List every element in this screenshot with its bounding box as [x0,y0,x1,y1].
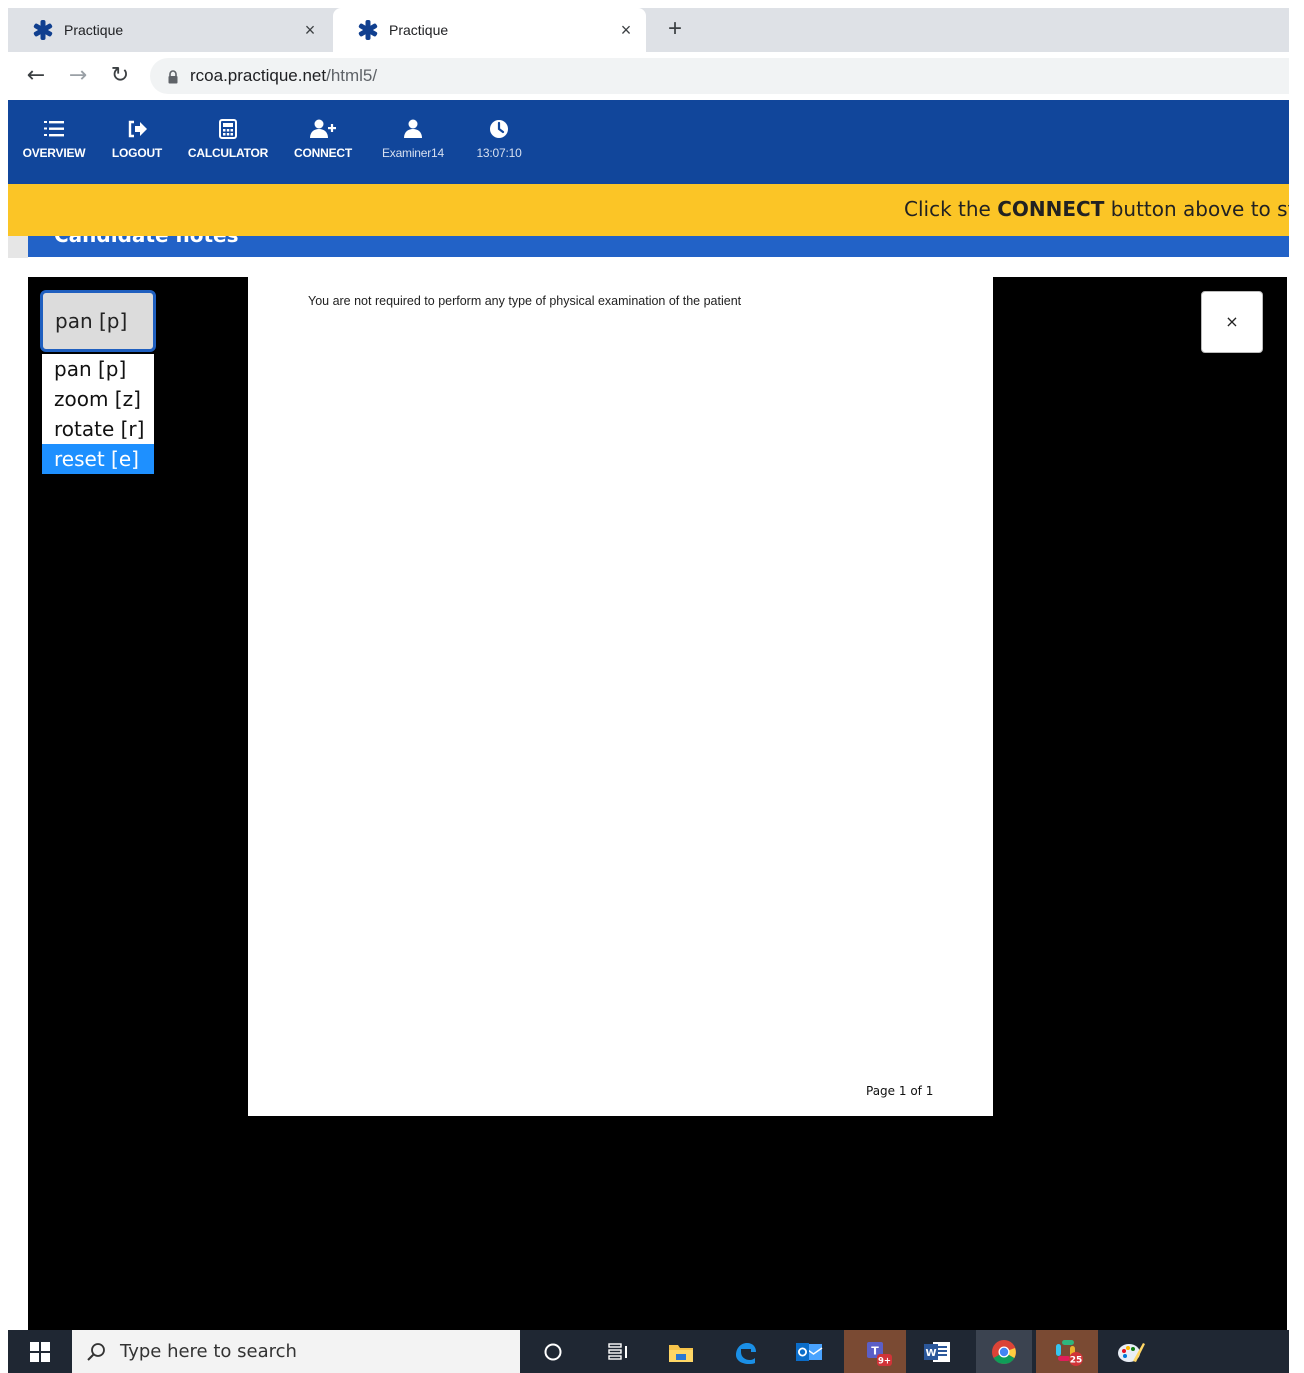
option-reset[interactable]: reset [e] [42,444,154,474]
forward-arrow-icon[interactable]: → [64,60,92,92]
list-icon [44,116,64,142]
page-text-cut-line: · · · · · · · · · · · · · · · [308,277,419,279]
section-title: Candidate notes [54,236,239,247]
close-tab-icon[interactable]: × [612,20,640,41]
teams-badge: 9+ [878,1356,891,1366]
edge-browser-icon[interactable] [720,1330,770,1373]
paint-icon[interactable] [1106,1330,1156,1373]
calculator-label: CALCULATOR [187,146,269,160]
page-number: Page 1 of 1 [866,1084,934,1098]
option-zoom[interactable]: zoom [z] [42,384,154,414]
chrome-icon[interactable] [976,1330,1032,1373]
user-name: Examiner14 [381,146,445,160]
tab-title: Practique [64,22,124,38]
close-viewer-button[interactable]: × [1201,291,1263,353]
clock-time: 13:07:10 [476,146,522,160]
section-header: Candidate notes [28,236,1289,257]
close-tab-icon[interactable]: × [296,20,324,41]
viewer-mode-dropdown: pan [p] zoom [z] rotate [r] reset [e] [42,354,154,474]
taskbar-search-box[interactable]: Type here to search [72,1330,520,1373]
option-rotate[interactable]: rotate [r] [42,414,154,444]
svg-text:W: W [925,1348,936,1359]
banner-connect-word: CONNECT [997,197,1105,221]
connect-label: CONNECT [294,146,352,160]
lock-icon [168,69,178,84]
new-tab-button[interactable]: + [660,14,690,44]
reload-icon[interactable]: ↻ [106,60,134,92]
browser-tab-1[interactable]: Practique × [8,8,330,52]
clock-icon [489,116,509,142]
left-gutter [8,236,28,258]
logout-button[interactable]: LOGOUT [106,116,168,172]
banner-suffix: button above to sta [1104,197,1289,221]
banner-text: Click the CONNECT button above to sta [904,197,1289,221]
search-icon [86,1342,106,1362]
overview-label: OVERVIEW [22,146,86,160]
task-view-icon[interactable] [594,1330,644,1373]
calculator-icon [219,116,237,142]
logout-icon [127,116,147,142]
file-explorer-icon[interactable] [656,1330,706,1373]
calculator-button[interactable]: CALCULATOR [184,116,272,172]
clock-indicator: 13:07:10 [470,116,528,172]
teams-icon[interactable]: T 9+ [844,1330,906,1373]
slack-badge: 25 [1070,1355,1083,1365]
slack-icon[interactable]: 25 [1036,1330,1098,1373]
add-user-icon [310,116,336,142]
url-domain: rcoa.practique.net [190,66,327,85]
viewer-mode-select[interactable]: pan [p] [40,290,156,352]
outlook-icon[interactable] [784,1330,834,1373]
user-indicator: Examiner14 [372,116,454,172]
tab-title: Practique [389,22,449,38]
document-page[interactable]: · · · · · · · · · · · · · · · You are no… [248,277,993,1116]
page-text-line: You are not required to perform any type… [308,294,742,308]
option-pan[interactable]: pan [p] [42,354,154,384]
url-path: /html5/ [326,66,378,85]
back-arrow-icon[interactable]: ← [22,60,50,92]
search-placeholder: Type here to search [120,1341,297,1362]
practique-asterisk-icon [357,19,379,41]
word-icon[interactable]: W [912,1330,962,1373]
browser-tab-2[interactable]: Practique × [333,8,646,52]
practique-asterisk-icon [32,19,54,41]
connect-banner: Click the CONNECT button above to sta [8,184,1289,236]
user-icon [403,116,423,142]
url-text: rcoa.practique.net/html5/ [190,66,377,86]
url-field[interactable]: rcoa.practique.net/html5/ [150,58,1289,94]
logout-label: LOGOUT [111,146,163,160]
overview-button[interactable]: OVERVIEW [20,116,88,172]
banner-prefix: Click the [904,197,998,221]
windows-start-icon[interactable] [8,1330,72,1373]
cortana-icon[interactable] [528,1330,578,1373]
connect-button[interactable]: CONNECT [288,116,358,172]
